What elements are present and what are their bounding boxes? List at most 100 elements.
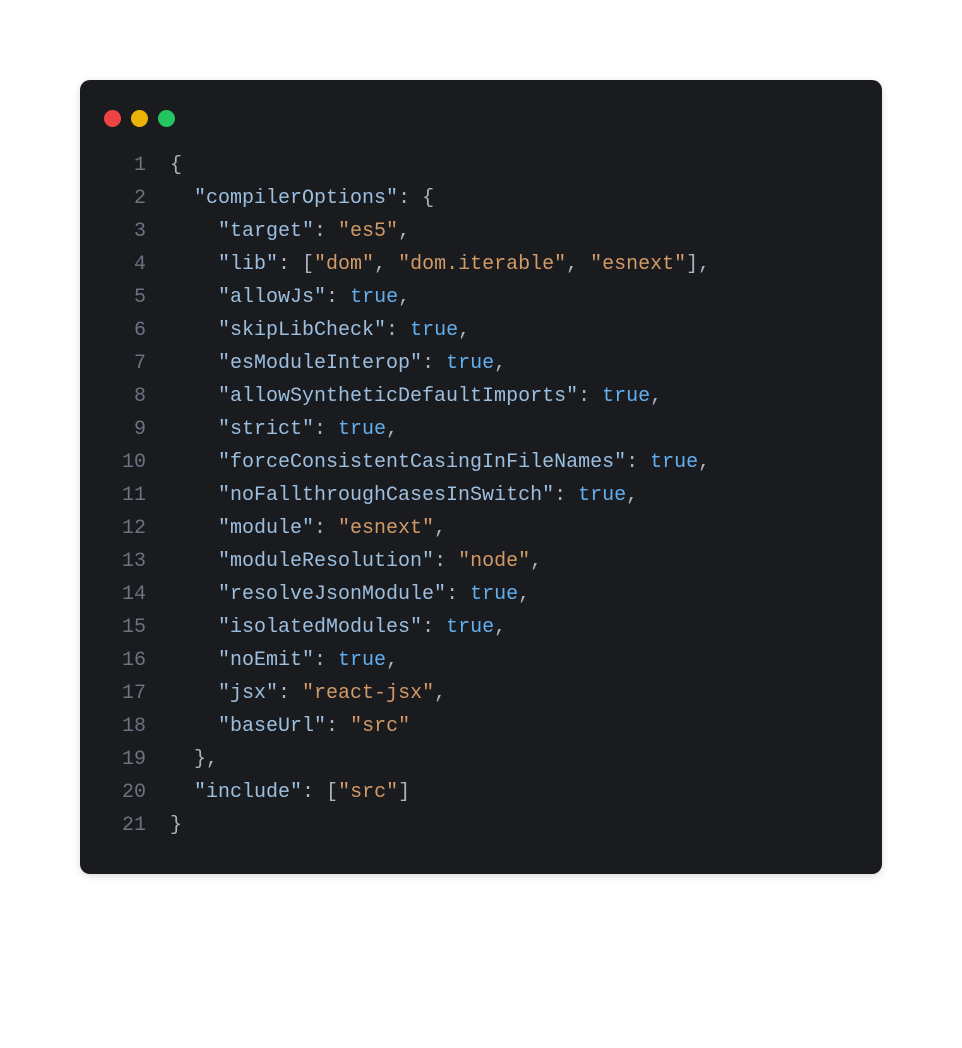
token-punc: : — [434, 550, 458, 573]
line-content[interactable]: } — [170, 809, 858, 842]
token-key: "compilerOptions" — [194, 187, 398, 210]
code-line[interactable]: 19 }, — [104, 743, 858, 776]
token-str: "dom.iterable" — [398, 253, 566, 276]
token-punc: , — [698, 451, 710, 474]
code-line[interactable]: 17 "jsx": "react-jsx", — [104, 677, 858, 710]
token-key: "moduleResolution" — [218, 550, 434, 573]
token-punc: ] — [398, 781, 410, 804]
close-icon[interactable] — [104, 110, 121, 127]
line-content[interactable]: { — [170, 149, 858, 182]
line-content[interactable]: "target": "es5", — [170, 215, 858, 248]
token-punc: , — [374, 253, 398, 276]
token-punc: : — [314, 220, 338, 243]
line-number: 6 — [104, 314, 146, 347]
line-content[interactable]: "esModuleInterop": true, — [170, 347, 858, 380]
line-content[interactable]: "jsx": "react-jsx", — [170, 677, 858, 710]
token-key: "isolatedModules" — [218, 616, 422, 639]
line-content[interactable]: "module": "esnext", — [170, 512, 858, 545]
line-number: 16 — [104, 644, 146, 677]
code-line[interactable]: 3 "target": "es5", — [104, 215, 858, 248]
token-punc: , — [386, 418, 398, 441]
code-line[interactable]: 8 "allowSyntheticDefaultImports": true, — [104, 380, 858, 413]
token-key: "module" — [218, 517, 314, 540]
code-line[interactable]: 12 "module": "esnext", — [104, 512, 858, 545]
line-number: 1 — [104, 149, 146, 182]
token-key: "allowJs" — [218, 286, 326, 309]
token-punc — [170, 319, 218, 342]
line-number: 13 — [104, 545, 146, 578]
token-bool: true — [350, 286, 398, 309]
line-number: 7 — [104, 347, 146, 380]
line-content[interactable]: "forceConsistentCasingInFileNames": true… — [170, 446, 858, 479]
token-punc — [170, 286, 218, 309]
token-key: "jsx" — [218, 682, 278, 705]
code-line[interactable]: 1{ — [104, 149, 858, 182]
token-punc: : — [326, 286, 350, 309]
code-line[interactable]: 18 "baseUrl": "src" — [104, 710, 858, 743]
code-line[interactable]: 7 "esModuleInterop": true, — [104, 347, 858, 380]
code-line[interactable]: 20 "include": ["src"] — [104, 776, 858, 809]
token-punc — [170, 253, 218, 276]
line-content[interactable]: "allowSyntheticDefaultImports": true, — [170, 380, 858, 413]
line-content[interactable]: "skipLibCheck": true, — [170, 314, 858, 347]
minimize-icon[interactable] — [131, 110, 148, 127]
code-line[interactable]: 10 "forceConsistentCasingInFileNames": t… — [104, 446, 858, 479]
line-content[interactable]: "noFallthroughCasesInSwitch": true, — [170, 479, 858, 512]
line-content[interactable]: "include": ["src"] — [170, 776, 858, 809]
code-line[interactable]: 11 "noFallthroughCasesInSwitch": true, — [104, 479, 858, 512]
code-line[interactable]: 9 "strict": true, — [104, 413, 858, 446]
line-number: 18 — [104, 710, 146, 743]
token-punc: : — [554, 484, 578, 507]
line-number: 20 — [104, 776, 146, 809]
code-line[interactable]: 5 "allowJs": true, — [104, 281, 858, 314]
token-punc: , — [566, 253, 590, 276]
token-punc: , — [398, 286, 410, 309]
code-editor[interactable]: 1{2 "compilerOptions": {3 "target": "es5… — [80, 149, 882, 842]
token-bool: true — [650, 451, 698, 474]
line-content[interactable]: "compilerOptions": { — [170, 182, 858, 215]
token-punc: , — [650, 385, 662, 408]
token-key: "lib" — [218, 253, 278, 276]
line-number: 10 — [104, 446, 146, 479]
line-number: 21 — [104, 809, 146, 842]
token-punc: : — [626, 451, 650, 474]
line-number: 2 — [104, 182, 146, 215]
token-key: "esModuleInterop" — [218, 352, 422, 375]
token-key: "strict" — [218, 418, 314, 441]
token-punc: , — [398, 220, 410, 243]
code-line[interactable]: 2 "compilerOptions": { — [104, 182, 858, 215]
line-content[interactable]: "noEmit": true, — [170, 644, 858, 677]
token-punc: : — [578, 385, 602, 408]
line-content[interactable]: "resolveJsonModule": true, — [170, 578, 858, 611]
token-key: "resolveJsonModule" — [218, 583, 446, 606]
line-content[interactable]: "allowJs": true, — [170, 281, 858, 314]
token-punc — [170, 220, 218, 243]
token-punc: : — [326, 715, 350, 738]
token-punc — [170, 451, 218, 474]
line-content[interactable]: "lib": ["dom", "dom.iterable", "esnext"]… — [170, 248, 858, 281]
token-punc: , — [458, 319, 470, 342]
token-punc — [170, 550, 218, 573]
code-line[interactable]: 15 "isolatedModules": true, — [104, 611, 858, 644]
line-content[interactable]: "baseUrl": "src" — [170, 710, 858, 743]
line-number: 9 — [104, 413, 146, 446]
token-punc — [170, 616, 218, 639]
token-punc: : — [314, 517, 338, 540]
code-line[interactable]: 14 "resolveJsonModule": true, — [104, 578, 858, 611]
window-titlebar — [80, 104, 882, 149]
token-bool: true — [446, 352, 494, 375]
token-punc: ], — [686, 253, 710, 276]
code-line[interactable]: 21} — [104, 809, 858, 842]
line-content[interactable]: }, — [170, 743, 858, 776]
code-line[interactable]: 6 "skipLibCheck": true, — [104, 314, 858, 347]
token-key: "skipLibCheck" — [218, 319, 386, 342]
token-punc: : — [278, 682, 302, 705]
code-line[interactable]: 4 "lib": ["dom", "dom.iterable", "esnext… — [104, 248, 858, 281]
token-punc — [170, 484, 218, 507]
code-line[interactable]: 16 "noEmit": true, — [104, 644, 858, 677]
line-content[interactable]: "strict": true, — [170, 413, 858, 446]
maximize-icon[interactable] — [158, 110, 175, 127]
code-line[interactable]: 13 "moduleResolution": "node", — [104, 545, 858, 578]
line-content[interactable]: "isolatedModules": true, — [170, 611, 858, 644]
line-content[interactable]: "moduleResolution": "node", — [170, 545, 858, 578]
